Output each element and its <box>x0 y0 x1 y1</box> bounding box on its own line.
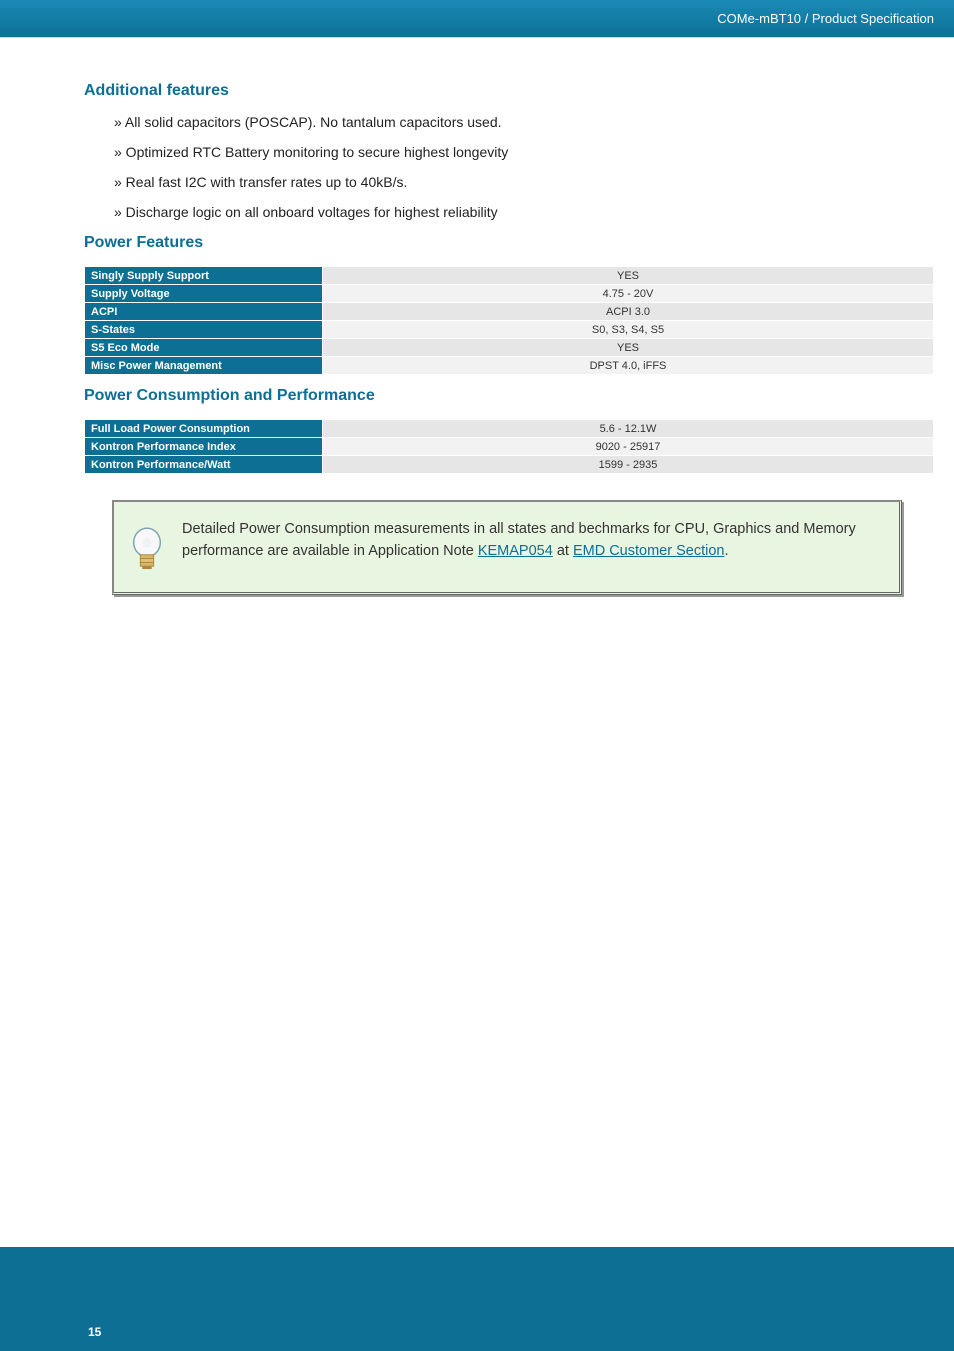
row-label: S5 Eco Mode <box>85 339 323 357</box>
row-label: Full Load Power Consumption <box>85 420 323 438</box>
row-label: Kontron Performance/Watt <box>85 456 323 474</box>
bullet-item: » All solid capacitors (POSCAP). No tant… <box>114 114 934 130</box>
lightbulb-icon <box>128 526 166 576</box>
row-value: YES <box>323 267 934 285</box>
row-value: DPST 4.0, iFFS <box>323 357 934 375</box>
link-kemap054[interactable]: KEMAP054 <box>478 543 553 559</box>
note-part: . <box>724 543 728 559</box>
row-value: 9020 - 25917 <box>323 438 934 456</box>
page-number: 15 <box>88 1325 101 1339</box>
table-row: Full Load Power Consumption 5.6 - 12.1W <box>85 420 934 438</box>
bullet-item: » Real fast I2C with transfer rates up t… <box>114 174 934 190</box>
row-label: Misc Power Management <box>85 357 323 375</box>
row-value: YES <box>323 339 934 357</box>
note-text: Detailed Power Consumption measurements … <box>182 518 885 576</box>
table-row: S-States S0, S3, S4, S5 <box>85 321 934 339</box>
heading-additional-features: Additional features <box>84 82 934 100</box>
header-bar: COMe-mBT10 / Product Specification <box>0 0 954 38</box>
power-consumption-table: Full Load Power Consumption 5.6 - 12.1W … <box>84 419 934 474</box>
footer-band <box>0 1247 954 1351</box>
bullet-item: » Optimized RTC Battery monitoring to se… <box>114 144 934 160</box>
power-features-table: Singly Supply Support YES Supply Voltage… <box>84 266 934 375</box>
row-label: Kontron Performance Index <box>85 438 323 456</box>
row-label: S-States <box>85 321 323 339</box>
table-row: ACPI ACPI 3.0 <box>85 303 934 321</box>
note-part: at <box>553 543 573 559</box>
table-row: Misc Power Management DPST 4.0, iFFS <box>85 357 934 375</box>
row-value: 5.6 - 12.1W <box>323 420 934 438</box>
row-label: ACPI <box>85 303 323 321</box>
table-row: Kontron Performance Index 9020 - 25917 <box>85 438 934 456</box>
link-emd-customer-section[interactable]: EMD Customer Section <box>573 543 725 559</box>
heading-power-features: Power Features <box>84 234 934 252</box>
table-row: Supply Voltage 4.75 - 20V <box>85 285 934 303</box>
table-row: Singly Supply Support YES <box>85 267 934 285</box>
info-note-box: Detailed Power Consumption measurements … <box>112 500 902 595</box>
row-value: 4.75 - 20V <box>323 285 934 303</box>
bullet-item: » Discharge logic on all onboard voltage… <box>114 204 934 220</box>
table-row: Kontron Performance/Watt 1599 - 2935 <box>85 456 934 474</box>
header-title: COMe-mBT10 / Product Specification <box>717 11 934 26</box>
heading-power-consumption: Power Consumption and Performance <box>84 387 934 405</box>
row-value: 1599 - 2935 <box>323 456 934 474</box>
table-row: S5 Eco Mode YES <box>85 339 934 357</box>
row-value: ACPI 3.0 <box>323 303 934 321</box>
row-label: Supply Voltage <box>85 285 323 303</box>
additional-features-list: » All solid capacitors (POSCAP). No tant… <box>114 114 934 220</box>
row-label: Singly Supply Support <box>85 267 323 285</box>
content-area: Additional features » All solid capacito… <box>84 72 934 595</box>
row-value: S0, S3, S4, S5 <box>323 321 934 339</box>
